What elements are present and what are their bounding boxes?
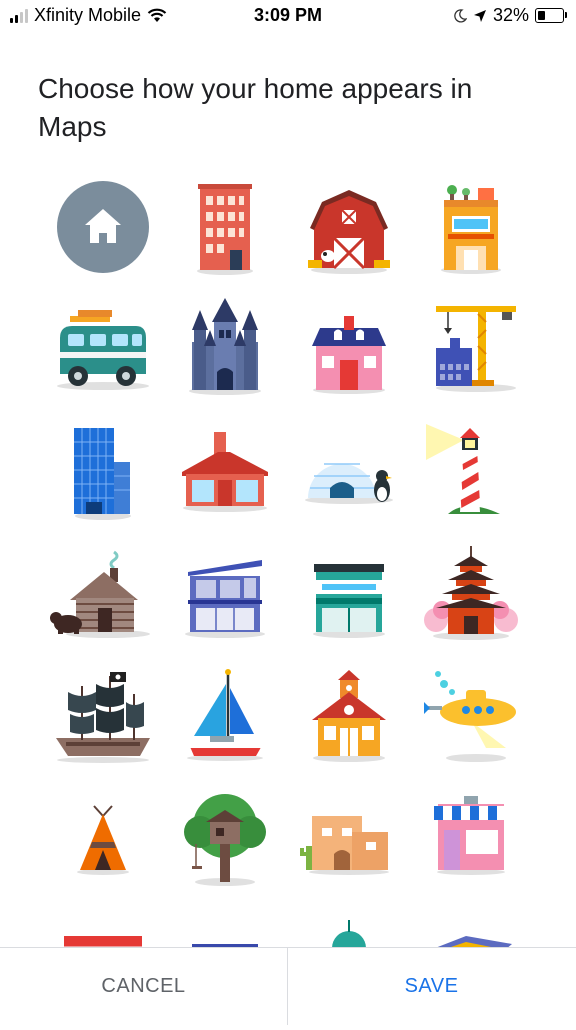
- log-cabin-option[interactable]: [48, 540, 158, 650]
- submarine-option[interactable]: [416, 662, 526, 772]
- action-bar: CANCEL SAVE: [0, 947, 576, 1025]
- schoolhouse-icon: [312, 670, 386, 762]
- red-modern-house-option[interactable]: [170, 416, 280, 526]
- sailboat-option[interactable]: [170, 662, 280, 772]
- status-bar: Xfinity Mobile 3:09 PM 32%: [0, 0, 576, 34]
- teepee-icon: [77, 805, 129, 875]
- cancel-button[interactable]: CANCEL: [0, 948, 287, 1025]
- pirate-ship-icon: [56, 672, 150, 763]
- modern-villa-icon: [185, 560, 265, 638]
- yellow-submarine-icon: [424, 671, 516, 762]
- red-modern-house-icon: [182, 432, 268, 512]
- adobe-house-icon: [300, 816, 389, 875]
- igloo-option[interactable]: [294, 416, 404, 526]
- schoolhouse-option[interactable]: [294, 662, 404, 772]
- teepee-option[interactable]: [48, 786, 158, 896]
- red-barn-icon: [308, 190, 390, 274]
- teal-shop-building-icon: [313, 564, 385, 638]
- storefront-icon: [434, 796, 508, 875]
- rooftop-shop-option[interactable]: [416, 172, 526, 282]
- adobe-house-option[interactable]: [294, 786, 404, 896]
- igloo-penguin-icon: [305, 463, 393, 504]
- pink-house-icon: [312, 316, 386, 394]
- battery-percent: 32%: [492, 5, 529, 25]
- brick-apartment-icon: [197, 184, 253, 275]
- log-cabin-bear-icon: [50, 550, 150, 638]
- lighthouse-icon: [426, 424, 500, 514]
- castle-icon: [189, 298, 261, 395]
- pirate-ship-option[interactable]: [48, 662, 158, 772]
- pagoda-icon: [424, 546, 518, 640]
- teal-shop-option[interactable]: [294, 540, 404, 650]
- camper-van-option[interactable]: [48, 294, 158, 404]
- camper-van-icon: [57, 310, 149, 390]
- crane-construction-icon: [436, 306, 516, 392]
- save-button[interactable]: SAVE: [288, 948, 575, 1025]
- glass-skyscraper-icon: [74, 428, 131, 520]
- modern-villa-option[interactable]: [170, 540, 280, 650]
- location-arrow-icon: [473, 9, 486, 22]
- home-default-icon: [57, 181, 149, 273]
- rooftop-garden-shop-icon: [441, 185, 501, 274]
- treehouse-icon: [184, 794, 266, 886]
- brick-apartment-option[interactable]: [170, 172, 280, 282]
- battery-icon: [535, 8, 567, 23]
- crane-option[interactable]: [416, 294, 526, 404]
- skyscraper-option[interactable]: [48, 416, 158, 526]
- page-title: Choose how your home appears in Maps: [38, 73, 473, 142]
- moon-icon: [454, 8, 467, 23]
- barn-option[interactable]: [294, 172, 404, 282]
- treehouse-option[interactable]: [170, 786, 280, 896]
- sailboat-icon: [187, 669, 264, 761]
- pagoda-option[interactable]: [416, 540, 526, 650]
- lighthouse-option[interactable]: [416, 416, 526, 526]
- castle-option[interactable]: [170, 294, 280, 404]
- storefront-option[interactable]: [416, 786, 526, 896]
- home-option[interactable]: [48, 172, 158, 282]
- pink-house-option[interactable]: [294, 294, 404, 404]
